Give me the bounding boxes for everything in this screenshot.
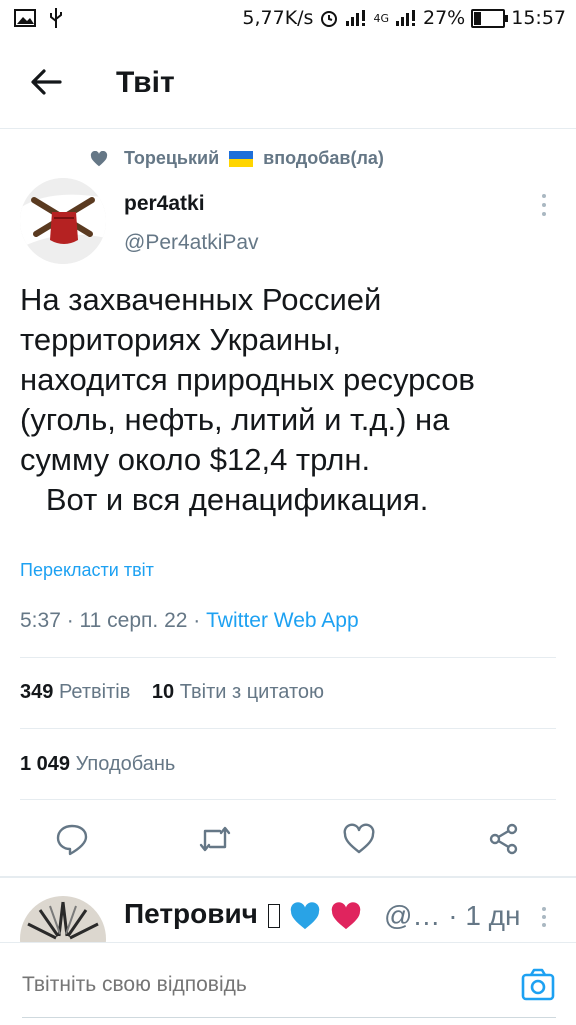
unknown-glyph-icon	[267, 903, 280, 928]
reply-icon[interactable]	[55, 822, 89, 856]
divider	[20, 728, 556, 729]
app-header: Твіт	[0, 38, 576, 129]
tweet-text: На захваченных Россией территориях Украи…	[20, 282, 475, 517]
pink-heart-icon	[332, 901, 361, 929]
back-arrow-icon[interactable]	[26, 62, 66, 102]
like-icon[interactable]	[342, 822, 376, 856]
likes-count: 1 049	[20, 753, 71, 775]
retweets-stat[interactable]: 349 Ретвітів	[20, 681, 130, 703]
image-icon	[14, 9, 36, 27]
reply-time: 1 дн	[465, 900, 521, 931]
quotes-count: 10	[151, 681, 175, 703]
usb-icon	[50, 8, 62, 28]
social-context: Торецький вподобав(ла)	[90, 148, 384, 169]
camera-icon[interactable]	[520, 967, 556, 1003]
signal-icon-2	[396, 10, 415, 26]
alarm-icon	[321, 11, 338, 27]
divider	[20, 657, 556, 658]
reply-author[interactable]: Петрович	[124, 898, 363, 930]
tweet-time: 5:37	[20, 609, 61, 632]
tweet-source-link[interactable]: Twitter Web App	[206, 609, 359, 632]
composer-underline	[22, 1017, 556, 1018]
social-context-action: вподобав(ла)	[263, 148, 384, 168]
status-bar: 5,77K/s 4G 27% 15:57	[0, 0, 576, 38]
flag-ua-icon	[229, 150, 254, 167]
more-icon[interactable]	[540, 192, 548, 218]
section-divider	[0, 876, 576, 878]
avatar[interactable]	[20, 178, 106, 264]
share-icon[interactable]	[487, 822, 521, 856]
reply-meta: @… · 1 дн	[384, 900, 521, 931]
clock: 15:57	[511, 7, 566, 29]
battery-icon	[471, 8, 509, 28]
divider	[20, 799, 556, 800]
author-handle[interactable]: @Per4atkiPav	[124, 231, 259, 255]
likes-label: Уподобань	[75, 753, 176, 775]
retweet-icon[interactable]	[198, 822, 232, 856]
quotes-label: Твіти з цитатою	[179, 681, 325, 703]
battery-percent: 27%	[423, 7, 466, 29]
blue-heart-icon	[290, 901, 319, 929]
social-context-user[interactable]: Торецький	[124, 148, 219, 169]
translate-tweet-link[interactable]: Перекласти твіт	[20, 560, 154, 581]
signal-icon	[346, 10, 366, 26]
page-title: Твіт	[116, 66, 175, 99]
quotes-stat[interactable]: 10 Твіти з цитатою	[152, 681, 324, 703]
reply-handle: @…	[384, 900, 441, 931]
retweets-label: Ретвітів	[58, 681, 131, 703]
reply-more-icon[interactable]	[540, 905, 548, 929]
reply-author-name: Петрович	[124, 898, 258, 929]
tweet-actions	[0, 810, 576, 870]
reply-composer	[0, 942, 576, 1025]
network-type: 4G	[373, 11, 389, 25]
tweet-date: 11 серп. 22	[79, 609, 188, 632]
retweet-stats: 349 Ретвітів 10 Твіти з цитатою	[20, 681, 324, 704]
reply-input[interactable]	[22, 973, 422, 997]
network-speed: 5,77K/s	[242, 7, 314, 29]
likes-stat[interactable]: 1 049 Уподобань	[20, 753, 175, 776]
retweets-count: 349	[20, 681, 54, 703]
author-name[interactable]: per4atki	[124, 192, 205, 216]
heart-icon	[90, 150, 108, 166]
reply-avatar[interactable]	[20, 896, 106, 942]
tweet-meta: 5:37 · 11 серп. 22 · Twitter Web App	[20, 609, 359, 632]
